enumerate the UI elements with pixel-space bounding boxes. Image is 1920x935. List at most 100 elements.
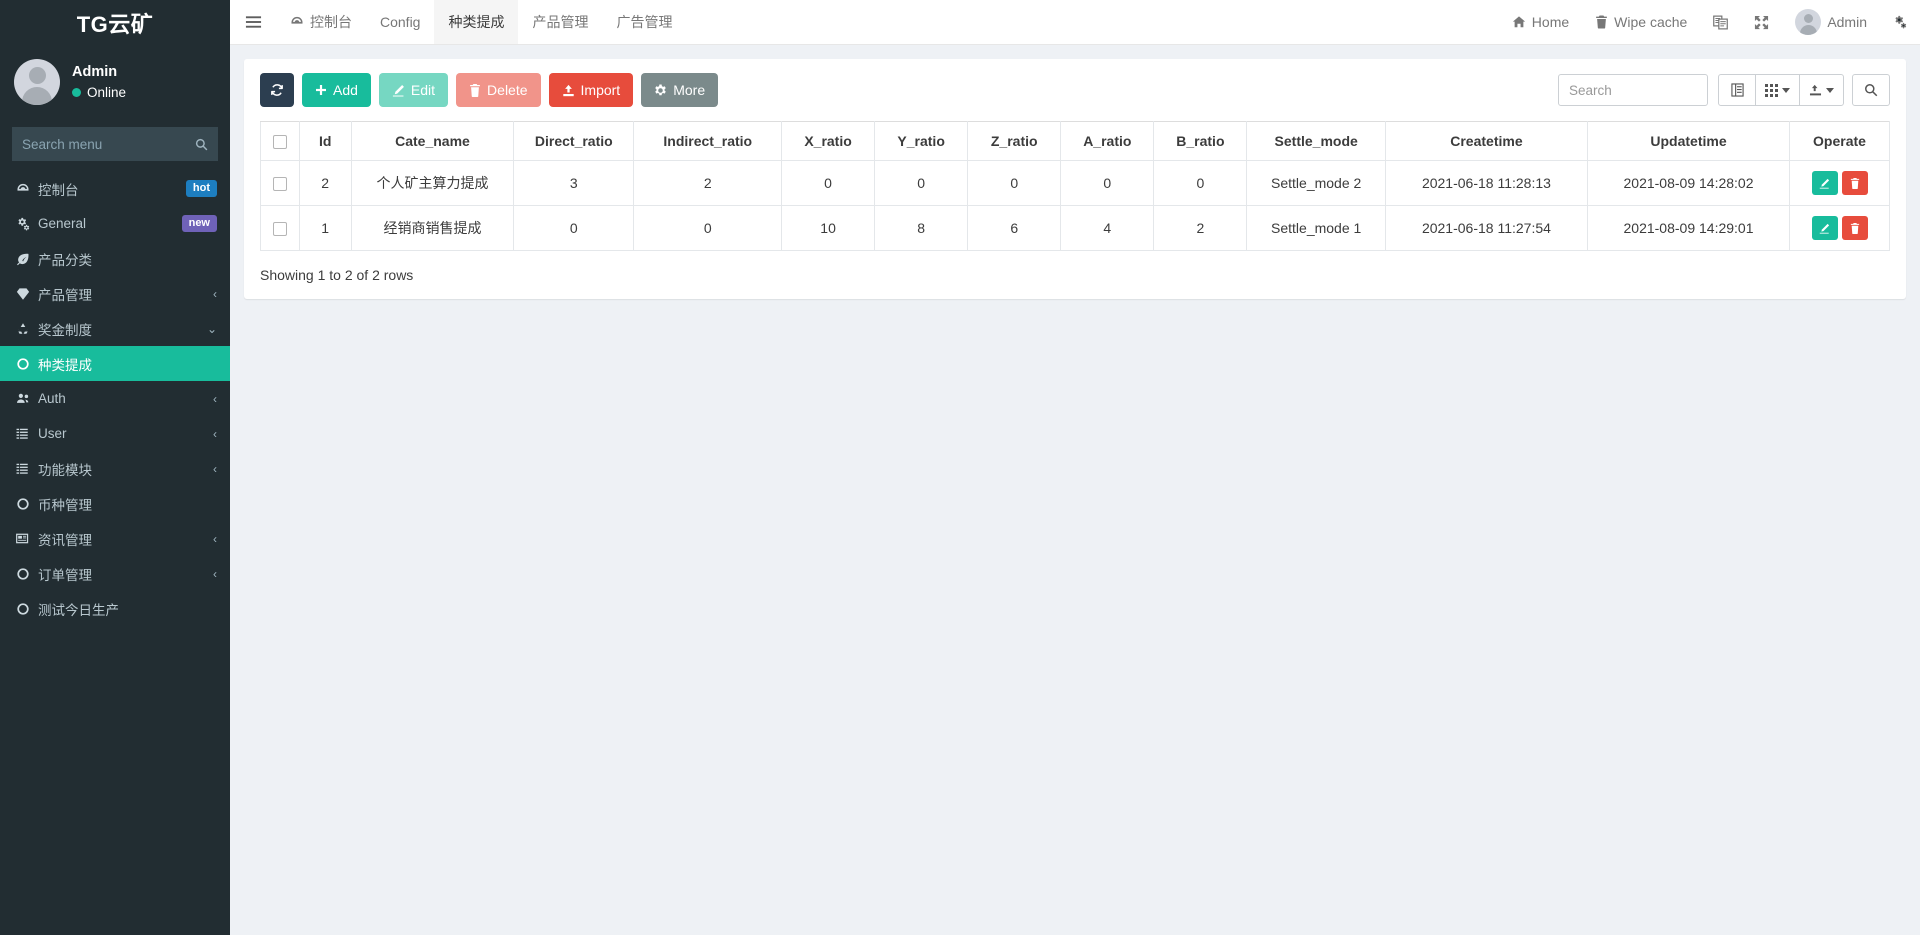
fullscreen-icon [1754, 15, 1769, 30]
cell-z-ratio: 6 [967, 205, 1062, 252]
topnav-action-label: Admin [1827, 14, 1867, 30]
data-card: Add Edit Delete Import More Search Id Ca… [244, 59, 1906, 300]
col-header-updatetime[interactable]: Updatetime [1586, 120, 1791, 162]
recycle-icon [16, 322, 38, 336]
cell-x-ratio: 10 [781, 205, 876, 252]
chevron-left-icon: ‹ [213, 531, 217, 546]
grid-icon[interactable] [1755, 74, 1800, 106]
edit-button[interactable]: Edit [378, 73, 449, 107]
export-icon[interactable] [1799, 74, 1844, 106]
col-header-id[interactable]: Id [298, 120, 352, 162]
more-button[interactable]: More [641, 73, 719, 107]
topnav-action-cogs-icon[interactable] [1880, 0, 1920, 44]
sidebar-badge-new: new [181, 215, 217, 232]
topnav-action-fullscreen-icon[interactable] [1741, 0, 1782, 44]
cell-x-ratio: 0 [781, 160, 876, 207]
sidebar-item-2[interactable]: 产品分类 [0, 241, 230, 276]
sidebar-item-10[interactable]: 资讯管理 ‹ [0, 521, 230, 556]
col-header-z-ratio[interactable]: Z_ratio [967, 120, 1062, 162]
cell-cate-name: 经销商销售提成 [350, 205, 515, 252]
circle-o-icon [16, 602, 38, 616]
select-all-header[interactable] [260, 120, 300, 162]
chevron-left-icon: ‹ [213, 286, 217, 301]
topnav-action-language-icon[interactable] [1700, 0, 1741, 44]
sidebar-item-3[interactable]: 产品管理 ‹ [0, 276, 230, 311]
table-row[interactable]: 2 个人矿主算力提成 3 2 0 0 0 0 0 Settle_mode 2 2021-06-18 … [260, 160, 1890, 207]
sidebar-item-4[interactable]: 奖金制度 ⌄ [0, 311, 230, 346]
tab-1[interactable]: Config [366, 0, 434, 44]
sidebar-item-label: User [38, 426, 67, 441]
table-view-button-group [1718, 74, 1844, 106]
topnav-action-admin[interactable]: Admin [1782, 0, 1880, 44]
tab-label: 种类提成 [448, 14, 505, 30]
cell-a-ratio: 4 [1060, 205, 1155, 252]
sidebar-item-1[interactable]: General new [0, 206, 230, 241]
sidebar-item-11[interactable]: 订单管理 ‹ [0, 556, 230, 591]
row-delete-button[interactable] [1841, 171, 1868, 196]
sidebar-item-label: 订单管理 [38, 567, 92, 583]
search-icon[interactable] [195, 138, 208, 151]
search-toggle-button[interactable] [1852, 74, 1890, 106]
col-header-settle-mode[interactable]: Settle_mode [1246, 120, 1386, 162]
tab-label: 控制台 [310, 14, 352, 30]
sidebar-item-6[interactable]: Auth ‹ [0, 381, 230, 416]
sidebar-item-12[interactable]: 测试今日生产 [0, 591, 230, 626]
sidebar-item-7[interactable]: User ‹ [0, 416, 230, 451]
row-edit-button[interactable] [1811, 216, 1838, 241]
row-delete-button[interactable] [1841, 216, 1868, 241]
cogs-icon [16, 217, 38, 231]
online-dot-icon [72, 88, 81, 97]
topnav-action-wipe-cache[interactable]: Wipe cache [1582, 0, 1700, 44]
col-header-createtime[interactable]: Createtime [1384, 120, 1588, 162]
sidebar-search[interactable] [12, 127, 229, 161]
col-header-a-ratio[interactable]: A_ratio [1060, 120, 1155, 162]
sidebar-item-label: 币种管理 [38, 497, 92, 513]
circle-o-icon [16, 357, 38, 371]
select-all-checkbox[interactable] [272, 135, 287, 150]
sidebar-item-label: 功能模块 [38, 462, 92, 478]
col-header-y-ratio[interactable]: Y_ratio [874, 120, 969, 162]
delete-button[interactable]: Delete [456, 73, 541, 107]
brand-logo[interactable]: TG云矿 [0, 0, 230, 45]
col-header-direct-ratio[interactable]: Direct_ratio [513, 120, 635, 162]
row-select-cell[interactable] [260, 160, 300, 207]
users-icon [16, 392, 38, 406]
home-icon [1512, 15, 1526, 29]
row-checkbox[interactable] [272, 177, 287, 192]
trash-icon [469, 83, 481, 97]
sidebar-item-9[interactable]: 币种管理 [0, 486, 230, 521]
chevron-left-icon: ‹ [213, 391, 217, 406]
topnav-action-home[interactable]: Home [1499, 0, 1582, 44]
tab-4[interactable]: 广告管理 [602, 0, 686, 44]
tab-0[interactable]: 控制台 [276, 0, 366, 44]
import-button[interactable]: Import [548, 73, 634, 107]
sidebar-item-0[interactable]: 控制台 hot [0, 171, 230, 206]
table-header-row: Id Cate_name Direct_ratio Indirect_ratio… [260, 120, 1890, 162]
tab-2[interactable]: 种类提成 [434, 0, 519, 44]
sidebar-item-5[interactable]: 种类提成 [0, 346, 230, 381]
sidebar-item-8[interactable]: 功能模块 ‹ [0, 451, 230, 486]
more-button-label: More [673, 82, 706, 98]
cell-y-ratio: 8 [874, 205, 969, 252]
tab-label: 广告管理 [616, 14, 673, 30]
row-select-cell[interactable] [260, 205, 300, 252]
add-button[interactable]: Add [302, 73, 371, 107]
topnav-tabs: 控制台 Config 种类提成 产品管理 广告管理 [276, 0, 686, 44]
col-header-x-ratio[interactable]: X_ratio [781, 120, 876, 162]
row-checkbox[interactable] [272, 222, 287, 237]
sidebar-item-label: 控制台 [38, 182, 79, 198]
table-row[interactable]: 1 经销商销售提成 0 0 10 8 6 4 2 Settle_mode 1 2021-06-18 … [260, 205, 1890, 252]
tab-3[interactable]: 产品管理 [518, 0, 602, 44]
columns-icon[interactable] [1718, 74, 1756, 106]
col-header-b-ratio[interactable]: B_ratio [1153, 120, 1248, 162]
cell-operate [1789, 160, 1890, 207]
col-header-indirect-ratio[interactable]: Indirect_ratio [633, 120, 783, 162]
tab-label: Config [380, 14, 421, 30]
search-input[interactable] [1558, 74, 1708, 106]
col-header-cate-name[interactable]: Cate_name [350, 120, 515, 162]
upload-icon [562, 84, 575, 97]
refresh-button[interactable] [260, 73, 294, 107]
cell-direct-ratio: 0 [513, 205, 635, 252]
row-edit-button[interactable] [1811, 171, 1838, 196]
hamburger-icon[interactable] [230, 0, 276, 44]
